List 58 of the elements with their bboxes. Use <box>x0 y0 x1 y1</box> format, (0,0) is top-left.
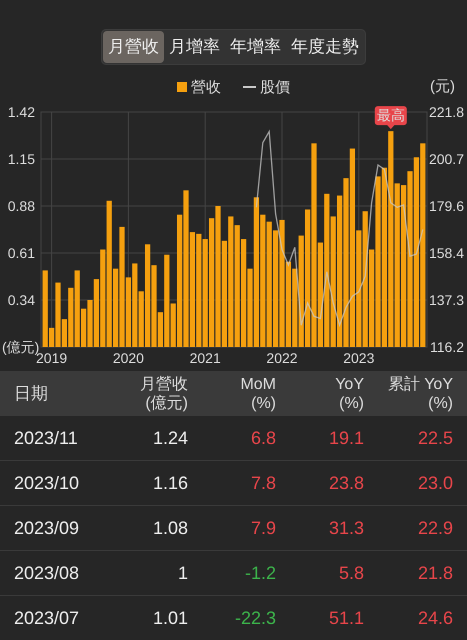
tab[interactable]: 年度走勢 <box>286 31 364 63</box>
column-unit: (%) <box>251 394 276 412</box>
table-cell: 21.8 <box>418 562 453 584</box>
table-cell: 31.3 <box>328 518 364 538</box>
column-title: 日期 <box>14 384 49 403</box>
table-cell: 22.9 <box>418 518 453 538</box>
column-title: 月營收 <box>140 374 188 394</box>
column-title: YoY <box>335 374 364 394</box>
tab[interactable]: 月營收 <box>103 31 164 63</box>
axis-label: 0.34 <box>8 292 35 308</box>
axis-label: 221.8 <box>428 104 464 120</box>
table-cell-text: 2023/09 <box>14 518 80 538</box>
table-cell-text: 2023/07 <box>14 608 80 628</box>
column-title: 累計 YoY <box>388 374 453 394</box>
axis-label: 137.3 <box>428 292 464 308</box>
table-cell: 23.0 <box>418 472 453 494</box>
axis-label: (億元) <box>2 339 40 355</box>
column-unit: (億元) <box>145 394 188 412</box>
axis-unit-label: (元) <box>430 77 455 96</box>
table-cell: 19.1 <box>328 428 364 448</box>
table-cell-text: 2023/08 <box>14 562 80 584</box>
column-unit: (%) <box>339 394 364 412</box>
table-cell: 24.6 <box>418 608 453 628</box>
table-cell: 1.01 <box>152 608 188 628</box>
table-cell: 6.8 <box>250 428 276 448</box>
axis-label: 0.88 <box>8 198 35 214</box>
table-cell: -1.2 <box>244 562 276 584</box>
table-cell: 51.1 <box>328 608 364 628</box>
table-cell: 7.8 <box>250 472 276 494</box>
axis-label: 2023 <box>343 350 374 366</box>
axis-label: 1.15 <box>8 151 35 167</box>
tab[interactable]: 月增率 <box>164 31 225 63</box>
table-cell-text: 2023/10 <box>14 472 80 494</box>
table-cell: -22.3 <box>234 608 276 628</box>
table-cell: 1.24 <box>152 428 188 448</box>
legend-label: 營收 <box>191 78 221 96</box>
column-unit: (%) <box>428 394 453 412</box>
table-cell: 23.8 <box>328 472 364 494</box>
table-cell: 1.16 <box>152 472 188 494</box>
table-cell: 1.08 <box>152 518 188 538</box>
annotation: 最高 <box>376 107 405 124</box>
table-cell-text: 2023/11 <box>14 428 79 448</box>
table-cell: 5.8 <box>338 562 364 584</box>
axis-label: 2022 <box>266 350 298 366</box>
tab[interactable]: 年增率 <box>225 31 286 63</box>
table-cell: 1 <box>178 562 188 584</box>
axis-label: 2021 <box>190 350 221 366</box>
axis-label: 200.7 <box>428 150 464 167</box>
axis-label: 158.4 <box>428 245 464 262</box>
axis-label: 0.61 <box>8 245 35 261</box>
axis-label: 1.42 <box>8 104 35 120</box>
legend-label: 股價 <box>260 78 290 96</box>
table-cell: 22.5 <box>418 428 453 448</box>
axis-label: 2020 <box>112 350 144 366</box>
axis-label: 116.2 <box>430 339 464 355</box>
axis-label: 179.6 <box>428 198 464 214</box>
table-cell: 7.9 <box>250 518 276 538</box>
column-title: MoM <box>240 374 276 394</box>
